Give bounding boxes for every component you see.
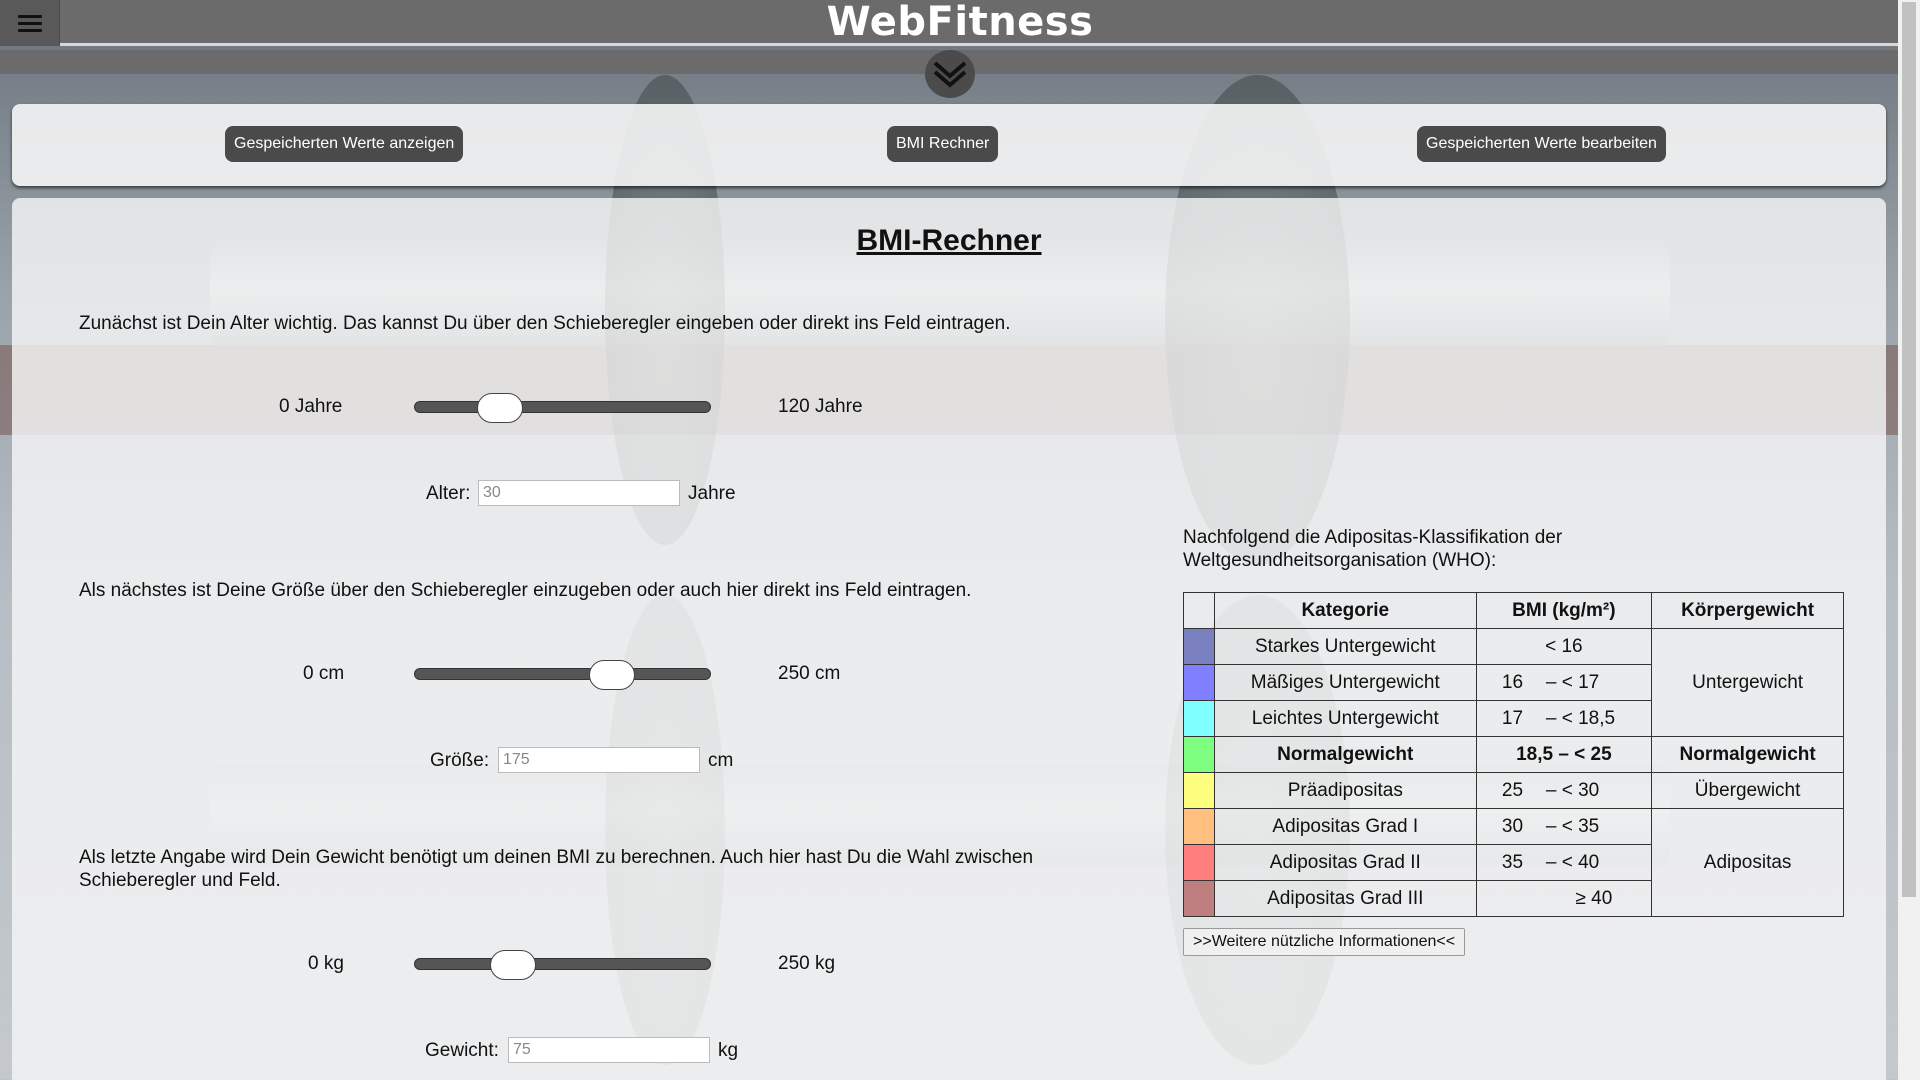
weight-slider[interactable] bbox=[414, 950, 711, 980]
show-saved-values-button[interactable]: Gespeicherten Werte anzeigen bbox=[225, 126, 464, 162]
bmi-cell: 30 – < 35 bbox=[1475, 808, 1653, 845]
group-cell-obese: Adipositas bbox=[1651, 808, 1844, 917]
weight-field[interactable]: 75 bbox=[508, 1037, 710, 1063]
age-slider-knob[interactable] bbox=[477, 393, 524, 423]
bmi-to: ≥ 40 bbox=[1575, 887, 1613, 909]
category-cell: Adipositas Grad I bbox=[1214, 808, 1477, 845]
edit-saved-values-button[interactable]: Gespeicherten Werte bearbeiten bbox=[1417, 126, 1666, 162]
height-max-label: 250 cm bbox=[778, 663, 841, 684]
bmi-to: – < 35 bbox=[1545, 815, 1600, 837]
bmi-from: 30 bbox=[1501, 815, 1524, 837]
height-slider-knob[interactable] bbox=[589, 660, 636, 690]
bmi-from: 18,5 – < 25 bbox=[1516, 743, 1612, 765]
height-field[interactable]: 175 bbox=[498, 747, 700, 773]
table-row: Präadipositas 25 – < 30 Übergewicht bbox=[1183, 772, 1844, 809]
page-title: BMI-Rechner bbox=[856, 224, 1042, 257]
color-swatch bbox=[1183, 880, 1215, 917]
height-min-label: 0 cm bbox=[303, 663, 345, 684]
more-info-button[interactable]: >>Weitere nützliche Informationen<< bbox=[1183, 928, 1466, 956]
category-cell: Präadipositas bbox=[1214, 772, 1477, 809]
bmi-cell: 18,5 – < 25 bbox=[1475, 736, 1653, 773]
weight-max-label: 250 kg bbox=[778, 953, 836, 974]
height-slider[interactable] bbox=[414, 660, 711, 690]
color-swatch bbox=[1183, 628, 1215, 665]
who-classification-table: Kategorie BMI (kg/m²) Körpergewicht Star… bbox=[1183, 592, 1844, 917]
category-cell: Starkes Untergewicht bbox=[1214, 628, 1477, 665]
category-cell: Leichtes Untergewicht bbox=[1214, 700, 1477, 737]
bmi-from: 17 bbox=[1501, 707, 1524, 729]
table-row: Starkes Untergewicht < 16 Untergewicht bbox=[1183, 628, 1844, 737]
bmi-cell: 16 – < 17 bbox=[1475, 664, 1653, 701]
bmi-from: 25 bbox=[1501, 779, 1524, 801]
bmi-from: 16 bbox=[1501, 671, 1524, 693]
app-title: WebFitness bbox=[826, 0, 1094, 45]
who-intro: Nachfolgend die Adipositas-Klassifikatio… bbox=[1183, 527, 1563, 571]
group-cell-normal: Normalgewicht bbox=[1651, 736, 1844, 773]
color-swatch bbox=[1183, 736, 1215, 773]
bmi-from: 35 bbox=[1501, 851, 1524, 873]
scrollbar-thumb[interactable] bbox=[1902, 2, 1916, 897]
page-scrollbar[interactable] bbox=[1898, 0, 1920, 1080]
table-header-row: Kategorie BMI (kg/m²) Körpergewicht bbox=[1183, 592, 1844, 629]
color-swatch bbox=[1183, 700, 1215, 737]
group-cell-under: Untergewicht bbox=[1651, 628, 1844, 737]
weight-field-label: Gewicht: bbox=[425, 1040, 499, 1061]
color-swatch bbox=[1183, 844, 1215, 881]
nav-panel: Gespeicherten Werte anzeigen BMI Rechner… bbox=[12, 104, 1886, 186]
group-cell-over: Übergewicht bbox=[1651, 772, 1844, 809]
double-chevron-down-icon[interactable] bbox=[925, 50, 975, 98]
category-cell: Mäßiges Untergewicht bbox=[1214, 664, 1477, 701]
color-swatch bbox=[1183, 772, 1215, 809]
table-row: Normalgewicht 18,5 – < 25 Normalgewicht bbox=[1183, 736, 1844, 773]
bodyweight-column-header: Körpergewicht bbox=[1651, 592, 1844, 629]
weight-unit: kg bbox=[718, 1040, 739, 1061]
color-column-header bbox=[1183, 592, 1215, 629]
bmi-calculator-button[interactable]: BMI Rechner bbox=[887, 126, 999, 162]
weight-slider-knob[interactable] bbox=[489, 950, 536, 980]
age-max-label: 120 Jahre bbox=[778, 396, 863, 417]
bmi-cell: ≥ 40 bbox=[1475, 880, 1653, 917]
weight-min-label: 0 kg bbox=[308, 953, 344, 974]
bmi-to: – < 40 bbox=[1545, 851, 1600, 873]
age-field-label: Alter: bbox=[426, 483, 471, 504]
height-intro: Als nächstes ist Deine Größe über den Sc… bbox=[79, 580, 972, 601]
bmi-to: < 16 bbox=[1545, 635, 1583, 657]
table-row: Adipositas Grad I 30 – < 35 Adipositas bbox=[1183, 808, 1844, 917]
age-field[interactable]: 30 bbox=[478, 480, 680, 506]
bmi-cell: < 16 bbox=[1475, 628, 1653, 665]
age-unit: Jahre bbox=[688, 483, 736, 504]
bmi-cell: 35 – < 40 bbox=[1475, 844, 1653, 881]
category-cell: Adipositas Grad III bbox=[1214, 880, 1477, 917]
category-cell: Normalgewicht bbox=[1214, 736, 1477, 773]
bmi-cell: 25 – < 30 bbox=[1475, 772, 1653, 809]
age-slider[interactable] bbox=[414, 393, 711, 423]
color-swatch bbox=[1183, 664, 1215, 701]
height-unit: cm bbox=[708, 750, 734, 771]
category-cell: Adipositas Grad II bbox=[1214, 844, 1477, 881]
height-field-label: Größe: bbox=[430, 750, 490, 771]
weight-intro: Als letzte Angabe wird Dein Gewicht benö… bbox=[79, 847, 1034, 891]
bmi-to: – < 18,5 bbox=[1545, 707, 1616, 729]
bmi-column-header: BMI (kg/m²) bbox=[1475, 592, 1653, 629]
bmi-to: – < 30 bbox=[1545, 779, 1600, 801]
color-swatch bbox=[1183, 808, 1215, 845]
age-intro: Zunächst ist Dein Alter wichtig. Das kan… bbox=[79, 313, 1011, 334]
age-min-label: 0 Jahre bbox=[279, 396, 343, 417]
bmi-to: – < 17 bbox=[1545, 671, 1600, 693]
category-column-header: Kategorie bbox=[1214, 592, 1477, 629]
bmi-cell: 17 – < 18,5 bbox=[1475, 700, 1653, 737]
